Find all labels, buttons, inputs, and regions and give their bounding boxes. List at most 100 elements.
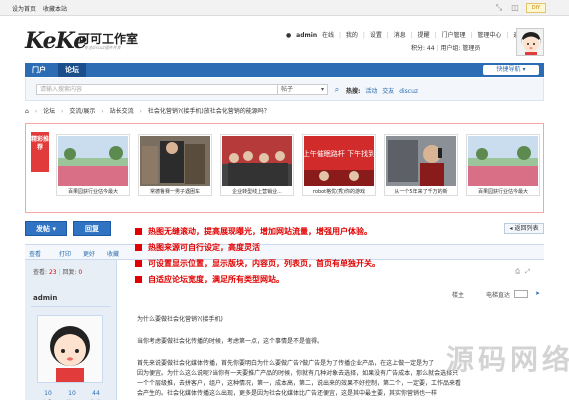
thread-stats: 查看: 23 | 回复: 0 xyxy=(33,269,83,276)
promo-feature-list: 热图无缝滚动，提高展现曝光，增加网站流量，增强用户体验。 热图来源可自行设定，高… xyxy=(135,226,465,290)
slider-image xyxy=(468,136,538,186)
slider-image: 上午催眠路杆 下午找到 xyxy=(304,136,374,186)
hot-search: 热搜: 活动 交友 discuz xyxy=(346,86,421,95)
search-icon[interactable]: ⌕ xyxy=(332,84,342,95)
divider xyxy=(31,306,111,307)
top-bar: 设为首页 收藏本站 ⤡ ◫ DIY xyxy=(0,0,569,16)
online-status[interactable]: 在线 xyxy=(322,32,334,39)
back-arrow-icon: ◂ xyxy=(509,225,513,232)
back-to-list-label: 返回列表 xyxy=(514,225,539,232)
main-nav: 门户 论坛 快捷导航 ▾ xyxy=(25,63,544,77)
post-paragraph: 一个个层级推，去拼客户，组户，这种情况，第一，成本高，第二，说出来的效果不好控制… xyxy=(137,380,462,387)
site-watermark: 源码网络 xyxy=(446,343,569,376)
slider-item[interactable]: 常德鲁赛一男子遇困车 xyxy=(138,134,212,196)
set-homepage-link[interactable]: 设为首页 xyxy=(12,4,36,13)
user-icon: ● xyxy=(286,32,292,39)
post-paragraph: 会产生的。社会化媒体传播这么出现，更多是因为社会化媒体比广告还便宜，这是其中最主… xyxy=(137,390,438,397)
search-scope-select[interactable]: 帖子 ▾ xyxy=(278,84,328,95)
user-credits-row: 积分: 44 | 用户组: 管理员 xyxy=(411,45,481,52)
promo-line: 热图来源可自行设定，高度灵活 xyxy=(135,242,465,258)
messages-link[interactable]: 消息 xyxy=(394,32,406,39)
reply-button[interactable]: 回复 xyxy=(73,221,111,236)
tab-portal[interactable]: 门户 xyxy=(25,63,53,77)
views-count: 23 xyxy=(48,269,57,276)
search-scope-label: 帖子 xyxy=(281,86,294,93)
username-link[interactable]: admin xyxy=(296,32,317,39)
toolbar-item[interactable]: 收藏 xyxy=(107,249,119,258)
go-arrow-icon[interactable]: ➤ xyxy=(535,290,540,297)
breadcrumb-item[interactable]: 交流/展示 xyxy=(69,108,95,115)
home-icon[interactable]: ⌂ xyxy=(25,108,29,115)
square-bullet-icon xyxy=(135,244,142,251)
hot-word[interactable]: 交友 xyxy=(382,88,394,95)
toolbar-item[interactable]: 打印 xyxy=(59,249,71,258)
breadcrumb: ⌂ › 论坛 › 交流/展示 › 站长交流 › 社会化营销?(接手机)放社会化营… xyxy=(25,108,270,115)
user-group-link[interactable]: 用户组: 管理员 xyxy=(440,45,480,52)
slider-caption: 从一个5年来了千万的新 xyxy=(394,189,448,195)
author-avatar[interactable] xyxy=(37,315,103,383)
new-post-button[interactable]: 发帖 ▾ xyxy=(25,221,67,236)
search-input[interactable]: 请输入搜索内容 xyxy=(36,84,278,95)
fullscreen-icon[interactable]: ⤢ xyxy=(525,268,530,276)
settings-link[interactable]: 设置 xyxy=(370,32,382,39)
hot-search-label: 热搜: xyxy=(346,88,361,95)
slider-image xyxy=(222,136,292,186)
search-bar: 请输入搜索内容 帖子 ▾ ⌕ 热搜: 活动 交友 discuz xyxy=(25,78,544,101)
tab-forum[interactable]: 论坛 xyxy=(58,63,86,77)
slider-caption: robot格优(秀)你的游戏 xyxy=(312,189,366,195)
slider-tag: 精彩推荐 xyxy=(31,132,49,172)
slider-item[interactable]: 上午催眠路杆 下午找到 robot格优(秀)你的游戏 xyxy=(302,134,376,196)
slider-caption: 百果园获行业估今最大 xyxy=(67,189,118,195)
jump-to-floor-label: 电梯直达 xyxy=(485,292,510,299)
header-avatar[interactable] xyxy=(516,28,544,56)
my-menu-link[interactable]: 我的 xyxy=(346,32,358,39)
chevron-down-icon: ▾ xyxy=(320,86,324,93)
quick-nav-label: 快捷导航 xyxy=(496,66,521,73)
cartoon-avatar-icon xyxy=(38,316,102,382)
slider-item[interactable]: 从一个5年来了千万的新 xyxy=(384,134,458,196)
breadcrumb-item[interactable]: 论坛 xyxy=(43,108,55,115)
toolbar-item[interactable]: 更好 xyxy=(83,249,95,258)
post-heading: 为什么要做社会化营销?(接手机) xyxy=(137,316,223,323)
credits-link[interactable]: 积分: 44 xyxy=(411,45,435,52)
notifications-link[interactable]: 提醒 xyxy=(418,32,430,39)
author-name[interactable]: admin xyxy=(33,294,57,302)
toolbar-item[interactable]: 查看 xyxy=(29,249,41,258)
author-stat-value[interactable]: 10 xyxy=(61,390,83,397)
style-switch-icon[interactable]: ◫ xyxy=(510,3,520,13)
floor-bar: 楼主 电梯直达 ➤ xyxy=(121,290,544,300)
slider-caption: 企业转型线上营销业... xyxy=(232,189,282,195)
square-bullet-icon xyxy=(135,260,142,267)
slider-item[interactable]: 百果园获行业估今最大 xyxy=(56,134,130,196)
back-to-list-button[interactable]: ◂ 返回列表 xyxy=(504,223,544,234)
slider-image xyxy=(58,136,128,186)
post-meta: ⎙ ⤢ xyxy=(121,267,544,279)
new-post-label: 发帖 xyxy=(36,225,51,233)
promo-line: 热图无缝滚动，提高展现曝光，增加网站流量，增强用户体验。 xyxy=(135,226,465,242)
author-stat-value[interactable]: 44 xyxy=(85,390,107,397)
breadcrumb-item[interactable]: 社会化营销?(接手机)放社会化营销的能源吗？ xyxy=(148,108,270,115)
logo-subtitle: 专注discuz插件开发 xyxy=(84,45,121,50)
user-menu: ● admin 在线 | 我的 | 设置 | 消息 | 提醒 | 门户管理 | … xyxy=(286,30,528,39)
floor-label: 楼主 xyxy=(451,292,464,299)
quick-nav-button[interactable]: 快捷导航 ▾ xyxy=(483,65,539,75)
views-label: 查看: xyxy=(33,269,48,276)
admin-center-link[interactable]: 管理中心 xyxy=(477,32,501,39)
expand-icon[interactable]: ⤡ xyxy=(494,3,504,13)
bookmark-site-link[interactable]: 收藏本站 xyxy=(43,4,67,13)
floor-number-input[interactable] xyxy=(514,290,528,298)
slider-item[interactable]: 企业转型线上营销业... xyxy=(220,134,294,196)
author-stat-value[interactable]: 10 xyxy=(37,390,59,397)
portal-admin-link[interactable]: 门户管理 xyxy=(441,32,465,39)
slider-caption: 常德鲁赛一男子遇困车 xyxy=(149,189,200,195)
diy-button[interactable]: DIY xyxy=(526,3,546,13)
hot-word[interactable]: discuz xyxy=(399,88,418,95)
cartoon-avatar-icon xyxy=(517,29,543,55)
replies-label: 回复: xyxy=(62,269,77,276)
breadcrumb-item[interactable]: 站长交流 xyxy=(110,108,134,115)
hot-word[interactable]: 活动 xyxy=(365,88,377,95)
replies-count: 0 xyxy=(78,269,83,276)
slider-caption: 百果园获行业估今最大 xyxy=(477,189,528,195)
print-icon[interactable]: ⎙ xyxy=(515,268,520,276)
slider-item[interactable]: 百果园获行业估今最大 xyxy=(466,134,540,196)
